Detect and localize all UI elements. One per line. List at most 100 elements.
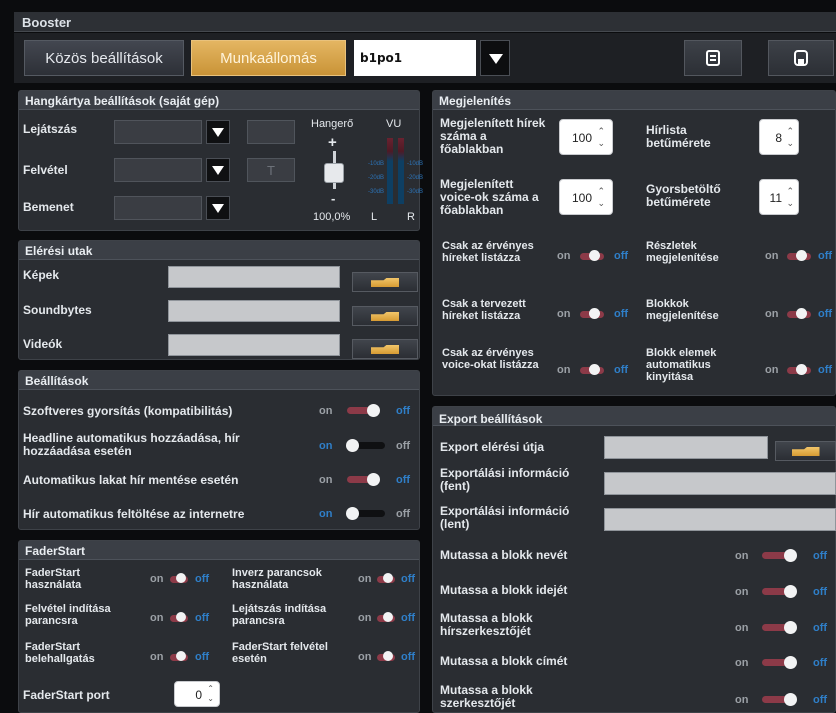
show-block-time-label: Mutassa a blokk idejét <box>440 583 568 597</box>
show-block-title-knob[interactable] <box>784 656 797 669</box>
show-block-name-knob[interactable] <box>784 549 797 562</box>
export-info-top-label: Exportálási információ (fent) <box>440 466 570 493</box>
faderstart-port-stepper[interactable]: 0 ⌃ ⌄ <box>174 681 220 707</box>
headline-auto-knob[interactable] <box>346 439 359 452</box>
faderstart-on-record-knob[interactable] <box>383 651 393 661</box>
videos-path-input[interactable] <box>168 334 340 356</box>
show-blocks-knob[interactable] <box>796 308 807 319</box>
workstation-select-value[interactable]: b1po1 <box>354 40 476 76</box>
chevron-down-icon[interactable]: ⌄ <box>597 138 605 149</box>
document-icon <box>706 50 720 66</box>
faderstart-use-label: FaderStart használata <box>25 567 82 591</box>
play-on-command-knob[interactable] <box>383 612 393 622</box>
workstation-button[interactable]: Munkaállomás <box>191 40 346 76</box>
vu-scale-10-right: -10dB <box>407 161 424 167</box>
auto-expand-knob[interactable] <box>796 364 807 375</box>
soundbytes-folder-button[interactable] <box>352 306 418 326</box>
inverse-commands-knob[interactable] <box>383 573 393 583</box>
show-details-on: on <box>765 250 779 262</box>
chevron-up-icon[interactable]: ⌃ <box>597 186 605 197</box>
inverse-commands-on: on <box>358 573 372 585</box>
workstation-select-chevron-icon[interactable] <box>480 40 510 76</box>
export-info-bottom-input[interactable] <box>604 508 836 531</box>
faderstart-port-value: 0 <box>195 688 202 702</box>
valid-news-only-on: on <box>557 250 571 262</box>
chevron-down-icon[interactable]: ⌄ <box>786 198 794 209</box>
show-block-title-off: off <box>813 657 828 669</box>
auto-expand-on: on <box>765 364 779 376</box>
show-blocks-on: on <box>765 308 779 320</box>
faderstart-preview-on: on <box>150 651 164 663</box>
valid-news-only-knob[interactable] <box>589 250 600 261</box>
images-folder-button[interactable] <box>352 272 418 292</box>
playback-extra-button[interactable] <box>247 120 295 144</box>
playback-device-select[interactable] <box>114 120 202 144</box>
chevron-up-icon[interactable]: ⌃ <box>786 186 794 197</box>
test-button[interactable]: T <box>247 158 295 182</box>
newslist-font-stepper[interactable]: 8 ⌃ ⌄ <box>759 119 799 155</box>
quickload-font-stepper[interactable]: 11 ⌃ ⌄ <box>759 179 799 215</box>
soundbytes-path-input[interactable] <box>168 300 340 322</box>
chevron-down-icon[interactable]: ⌄ <box>786 138 794 149</box>
images-path-label: Képek <box>23 268 60 282</box>
show-block-name-off: off <box>813 550 828 562</box>
save-button[interactable] <box>768 40 834 76</box>
record-on-command-on: on <box>150 612 164 624</box>
volume-plus: + <box>328 134 337 151</box>
chevron-up-icon[interactable]: ⌃ <box>207 684 214 693</box>
auto-upload-knob[interactable] <box>346 507 359 520</box>
export-info-top-input[interactable] <box>604 472 836 495</box>
auto-lock-off: off <box>396 474 411 486</box>
show-block-editor-knob[interactable] <box>784 693 797 706</box>
inverse-commands-label: Inverz parancsok használata <box>232 567 322 591</box>
quickload-font-value: 11 <box>769 191 782 205</box>
export-info-bottom-label: Exportálási információ (lent) <box>440 504 570 531</box>
news-count-stepper[interactable]: 100 ⌃ ⌄ <box>559 119 613 155</box>
record-device-select[interactable] <box>114 158 202 182</box>
export-path-label: Export elérési útja <box>440 440 545 454</box>
show-block-news-editor-label: Mutassa a blokk hírszerkesztőjét <box>440 611 533 638</box>
chevron-up-icon[interactable]: ⌃ <box>786 126 794 137</box>
show-details-knob[interactable] <box>796 250 807 261</box>
show-block-title-label: Mutassa a blokk címét <box>440 654 568 668</box>
export-folder-button[interactable] <box>775 441 836 461</box>
faderstart-preview-off: off <box>195 651 210 663</box>
headline-auto-label: Headline automatikus hozzáadása, hír hoz… <box>23 431 240 458</box>
software-accel-on: on <box>319 405 333 417</box>
voice-count-stepper[interactable]: 100 ⌃ ⌄ <box>559 179 613 215</box>
faderstart-on-record-off: off <box>401 651 416 663</box>
faderstart-use-knob[interactable] <box>176 573 186 583</box>
show-block-name-on: on <box>735 550 749 562</box>
show-block-time-knob[interactable] <box>784 585 797 598</box>
record-on-command-off: off <box>195 612 210 624</box>
soundbytes-path-label: Soundbytes <box>23 303 92 317</box>
record-on-command-knob[interactable] <box>176 612 186 622</box>
record-chevron-down-icon[interactable] <box>206 158 230 182</box>
faderstart-on-record-on: on <box>358 651 372 663</box>
common-settings-button[interactable]: Közös beállítások <box>24 40 184 76</box>
chevron-down-icon[interactable]: ⌄ <box>597 198 605 209</box>
software-accel-knob[interactable] <box>367 404 380 417</box>
auto-expand-label: Blokk elemek automatikus kinyitása <box>646 347 717 383</box>
playback-chevron-down-icon[interactable] <box>206 120 230 144</box>
volume-slider-handle[interactable] <box>324 163 344 183</box>
vu-scale-20-right: -20dB <box>407 175 424 181</box>
images-path-input[interactable] <box>168 266 340 288</box>
faderstart-preview-knob[interactable] <box>176 651 186 661</box>
export-path-input[interactable] <box>604 436 768 459</box>
vu-scale-30-right: -30dB <box>407 189 424 195</box>
chevron-down-icon[interactable]: ⌄ <box>207 694 214 703</box>
settings-panel-title: Beállítások <box>19 371 419 390</box>
chevron-up-icon[interactable]: ⌃ <box>597 126 605 137</box>
show-block-news-editor-knob[interactable] <box>784 621 797 634</box>
valid-voices-only-knob[interactable] <box>589 364 600 375</box>
videos-folder-button[interactable] <box>352 339 418 359</box>
faderstart-use-off: off <box>195 573 210 585</box>
input-chevron-down-icon[interactable] <box>206 196 230 220</box>
show-block-editor-label: Mutassa a blokk szerkesztőjét <box>440 683 533 710</box>
record-label: Felvétel <box>23 163 68 177</box>
notes-button[interactable] <box>684 40 742 76</box>
planned-news-only-knob[interactable] <box>589 308 600 319</box>
auto-lock-knob[interactable] <box>367 473 380 486</box>
input-device-select[interactable] <box>114 196 202 220</box>
